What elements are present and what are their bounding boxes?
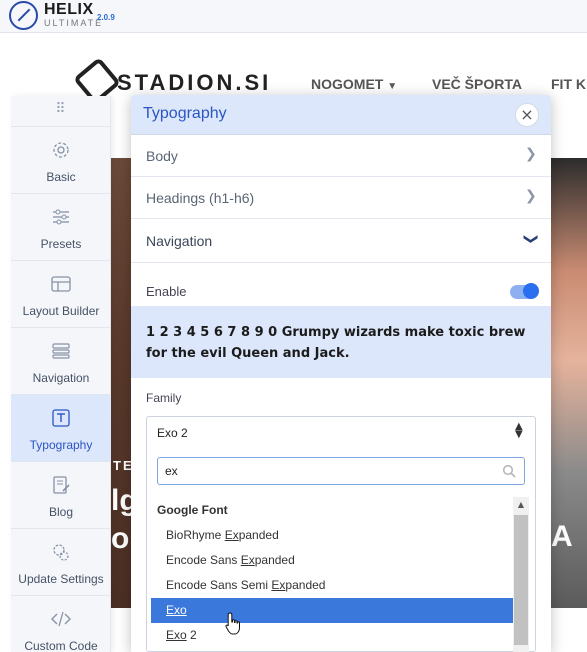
accordion-label: Navigation (146, 233, 213, 249)
dropdown-group-label: Google Font (157, 503, 228, 517)
accordion-navigation[interactable]: Navigation ❯ (131, 219, 551, 263)
enable-label: Enable (146, 284, 187, 299)
chevron-down-icon: ❯ (522, 233, 539, 245)
sidebar-item-custom-code[interactable]: Custom Code (11, 595, 111, 652)
drag-handle-icon[interactable]: ⠿ (11, 96, 111, 126)
sidebar-item-blog[interactable]: Blog (11, 461, 111, 528)
helix-subtitle: ULTIMATE (44, 18, 104, 28)
hero-text-3: o (111, 522, 130, 555)
font-search-input[interactable] (158, 458, 498, 484)
site-nav-fit[interactable]: FIT K (551, 76, 586, 92)
sidebar-item-presets[interactable]: Presets (11, 193, 111, 260)
sidebar-item-label: Basic (46, 170, 76, 184)
dropdown-scrollbar[interactable]: ▲ (513, 497, 529, 652)
sidebar-item-typography[interactable]: Typography (11, 394, 111, 461)
family-label: Family (146, 391, 182, 405)
panel-header: Typography × (131, 95, 551, 135)
sidebar-item-label: Blog (48, 505, 74, 519)
sidebar-item-label: Typography (29, 438, 93, 452)
font-option[interactable]: BioRhyme Expanded (151, 523, 513, 548)
scroll-up-icon[interactable]: ▲ (513, 497, 529, 513)
font-option-highlighted[interactable]: Exo (151, 598, 513, 623)
search-icon (502, 464, 516, 478)
accordion-label: Headings (h1-h6) (146, 190, 255, 206)
sidebar-item-label: Layout Builder (22, 304, 100, 318)
scroll-thumb[interactable] (514, 515, 528, 645)
accordion-body[interactable]: Body ❯ (131, 135, 551, 177)
edit-document-icon (53, 476, 70, 494)
chevron-right-icon: ❯ (525, 146, 537, 162)
navigation-settings: Enable 1 2 3 4 5 6 7 8 9 0 Grumpy wizard… (131, 263, 551, 652)
sidebar-item-update-settings[interactable]: Update Settings (11, 528, 111, 595)
font-preview: 1 2 3 4 5 6 7 8 9 0 Grumpy wizards make … (131, 306, 551, 378)
options-sidebar: ⠿ Basic Presets Layout Builder Navigatio… (11, 96, 111, 652)
sidebar-item-navigation[interactable]: Navigation (11, 327, 111, 394)
text-icon (52, 409, 70, 427)
gear-icon (53, 142, 69, 158)
sidebar-item-label: Navigation (32, 371, 90, 385)
helix-title: HELIX (44, 1, 94, 18)
select-value: Exo 2 (157, 426, 188, 440)
enable-toggle[interactable] (510, 283, 539, 299)
sliders-icon (53, 209, 69, 225)
font-option[interactable]: Encode Sans Semi Expanded (151, 573, 513, 598)
close-icon[interactable]: × (515, 103, 539, 127)
code-icon (51, 611, 71, 627)
helix-version: 2.0.9 (97, 13, 115, 22)
site-nav-vec-sporta[interactable]: VEČ ŠPORTA (432, 76, 522, 92)
site-logo-text: STADION.SI (117, 70, 272, 95)
preview-text: 1 2 3 4 5 6 7 8 9 0 Grumpy wizards make … (146, 325, 526, 361)
sidebar-item-layout-builder[interactable]: Layout Builder (11, 260, 111, 327)
font-option[interactable]: Exo 2 (151, 623, 513, 648)
accordion-label: Body (146, 148, 178, 164)
font-search-box[interactable] (157, 457, 525, 485)
sidebar-item-basic[interactable]: Basic (11, 126, 111, 193)
sidebar-item-label: Custom Code (24, 639, 98, 652)
site-nav-nogomet[interactable]: NOGOMET ▼ (311, 76, 397, 92)
font-option[interactable]: Encode Sans Expanded (151, 548, 513, 573)
font-family-select[interactable]: Exo 2 ▲▼ Google Font BioRhyme Expanded E… (146, 416, 536, 652)
helix-logo-icon (9, 1, 38, 30)
accordion-headings[interactable]: Headings (h1-h6) ❯ (131, 177, 551, 219)
panel-title: Typography (143, 105, 227, 122)
menu-list-icon (52, 343, 70, 359)
select-arrows-icon: ▲ ▼ (515, 421, 523, 440)
hand-cursor-icon (225, 612, 240, 635)
toggle-knob (523, 283, 539, 299)
layout-icon (51, 276, 71, 292)
chevron-right-icon: ❯ (525, 188, 537, 204)
hero-text-4: A (551, 520, 573, 553)
sidebar-item-label: Presets (40, 237, 82, 251)
gears-icon (53, 544, 69, 561)
helix-topbar: HELIX ULTIMATE 2.0.9 (0, 0, 587, 33)
typography-panel: Typography × Body ❯ Headings (h1-h6) ❯ N… (131, 95, 551, 652)
sidebar-item-label: Update Settings (18, 572, 104, 586)
font-dropdown-list: Google Font BioRhyme Expanded Encode San… (151, 497, 531, 652)
